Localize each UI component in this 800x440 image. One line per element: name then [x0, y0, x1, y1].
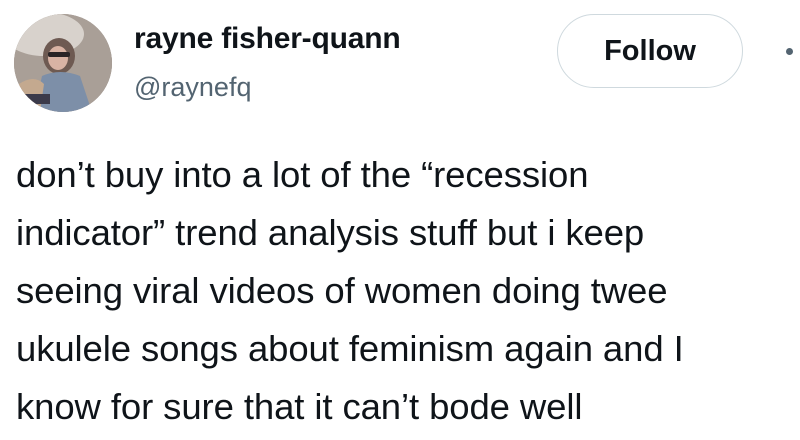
- follow-button[interactable]: Follow: [557, 14, 743, 88]
- tweet-line: indicator” trend analysis stuff but i ke…: [16, 212, 645, 253]
- avatar-photo: [14, 14, 112, 112]
- tweet-line: know for sure that it can’t bode well: [16, 386, 583, 427]
- avatar[interactable]: [14, 14, 112, 112]
- tweet-line: ukulele songs about feminism again and I: [16, 328, 684, 369]
- author-handle[interactable]: @raynefq: [134, 72, 251, 103]
- author-display-name[interactable]: rayne fisher-quann: [134, 22, 401, 56]
- tweet-line: seeing viral videos of women doing twee: [16, 270, 668, 311]
- tweet-text: don’t buy into a lot of the “recession i…: [16, 146, 796, 436]
- more-dots-icon[interactable]: [786, 48, 793, 55]
- tweet-line: don’t buy into a lot of the “recession: [16, 154, 589, 195]
